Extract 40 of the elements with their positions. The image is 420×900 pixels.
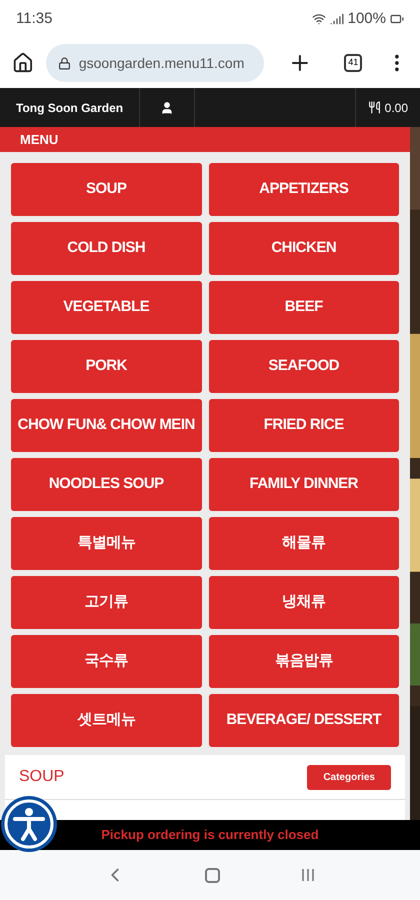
category-button[interactable]: PORK — [11, 340, 202, 393]
category-button[interactable]: 냉채류 — [208, 576, 399, 629]
battery-icon — [390, 12, 404, 26]
category-button[interactable]: FAMILY DINNER — [208, 458, 399, 511]
home-button-icon[interactable] — [205, 868, 220, 882]
category-button[interactable]: SEAFOOD — [208, 340, 399, 393]
category-button[interactable]: CHICKEN — [208, 222, 399, 275]
user-icon[interactable] — [160, 100, 174, 114]
category-button[interactable]: 고기류 — [11, 576, 202, 629]
category-button[interactable]: 해물류 — [208, 517, 399, 570]
section-title: SOUP — [19, 767, 64, 787]
category-button[interactable]: 국수류 — [11, 635, 202, 688]
category-button[interactable]: 볶음밥류 — [208, 635, 399, 688]
status-time: 11:35 — [16, 8, 52, 29]
url-text: gsoongarden.menu11.com — [78, 54, 244, 73]
categories-button[interactable]: Categories — [307, 764, 391, 790]
menu-header: MENU — [0, 127, 410, 152]
lock-icon — [58, 56, 71, 70]
category-button[interactable]: COLD DISH — [11, 222, 202, 275]
tab-count[interactable]: 41 — [344, 54, 362, 72]
category-button[interactable]: NOODLES SOUP — [11, 458, 202, 511]
category-button[interactable]: 특별메뉴 — [11, 517, 202, 570]
recents-icon[interactable] — [300, 867, 316, 883]
category-button[interactable]: BEEF — [208, 281, 399, 334]
wifi-icon — [312, 12, 326, 26]
category-button[interactable]: FRIED RICE — [208, 399, 399, 452]
category-button[interactable]: SOUP — [11, 163, 202, 216]
utensils-icon[interactable] — [368, 101, 381, 114]
signal-icon — [330, 12, 344, 26]
battery-level: 100% — [348, 8, 386, 29]
category-button[interactable]: CHOW FUN& CHOW MEIN — [11, 399, 202, 452]
address-bar[interactable]: gsoongarden.menu11.com — [46, 44, 264, 82]
category-button[interactable]: 셋트메뉴 — [11, 694, 202, 747]
category-button[interactable]: APPETIZERS — [208, 163, 399, 216]
category-button[interactable]: BEVERAGE/ DESSERT — [208, 694, 399, 747]
cart-total[interactable]: 0.00 — [384, 98, 408, 116]
category-button[interactable]: VEGETABLE — [11, 281, 202, 334]
home-icon[interactable] — [12, 52, 34, 74]
accessibility-icon[interactable] — [0, 795, 58, 853]
notice-text: Pickup ordering is currently closed — [101, 826, 319, 844]
